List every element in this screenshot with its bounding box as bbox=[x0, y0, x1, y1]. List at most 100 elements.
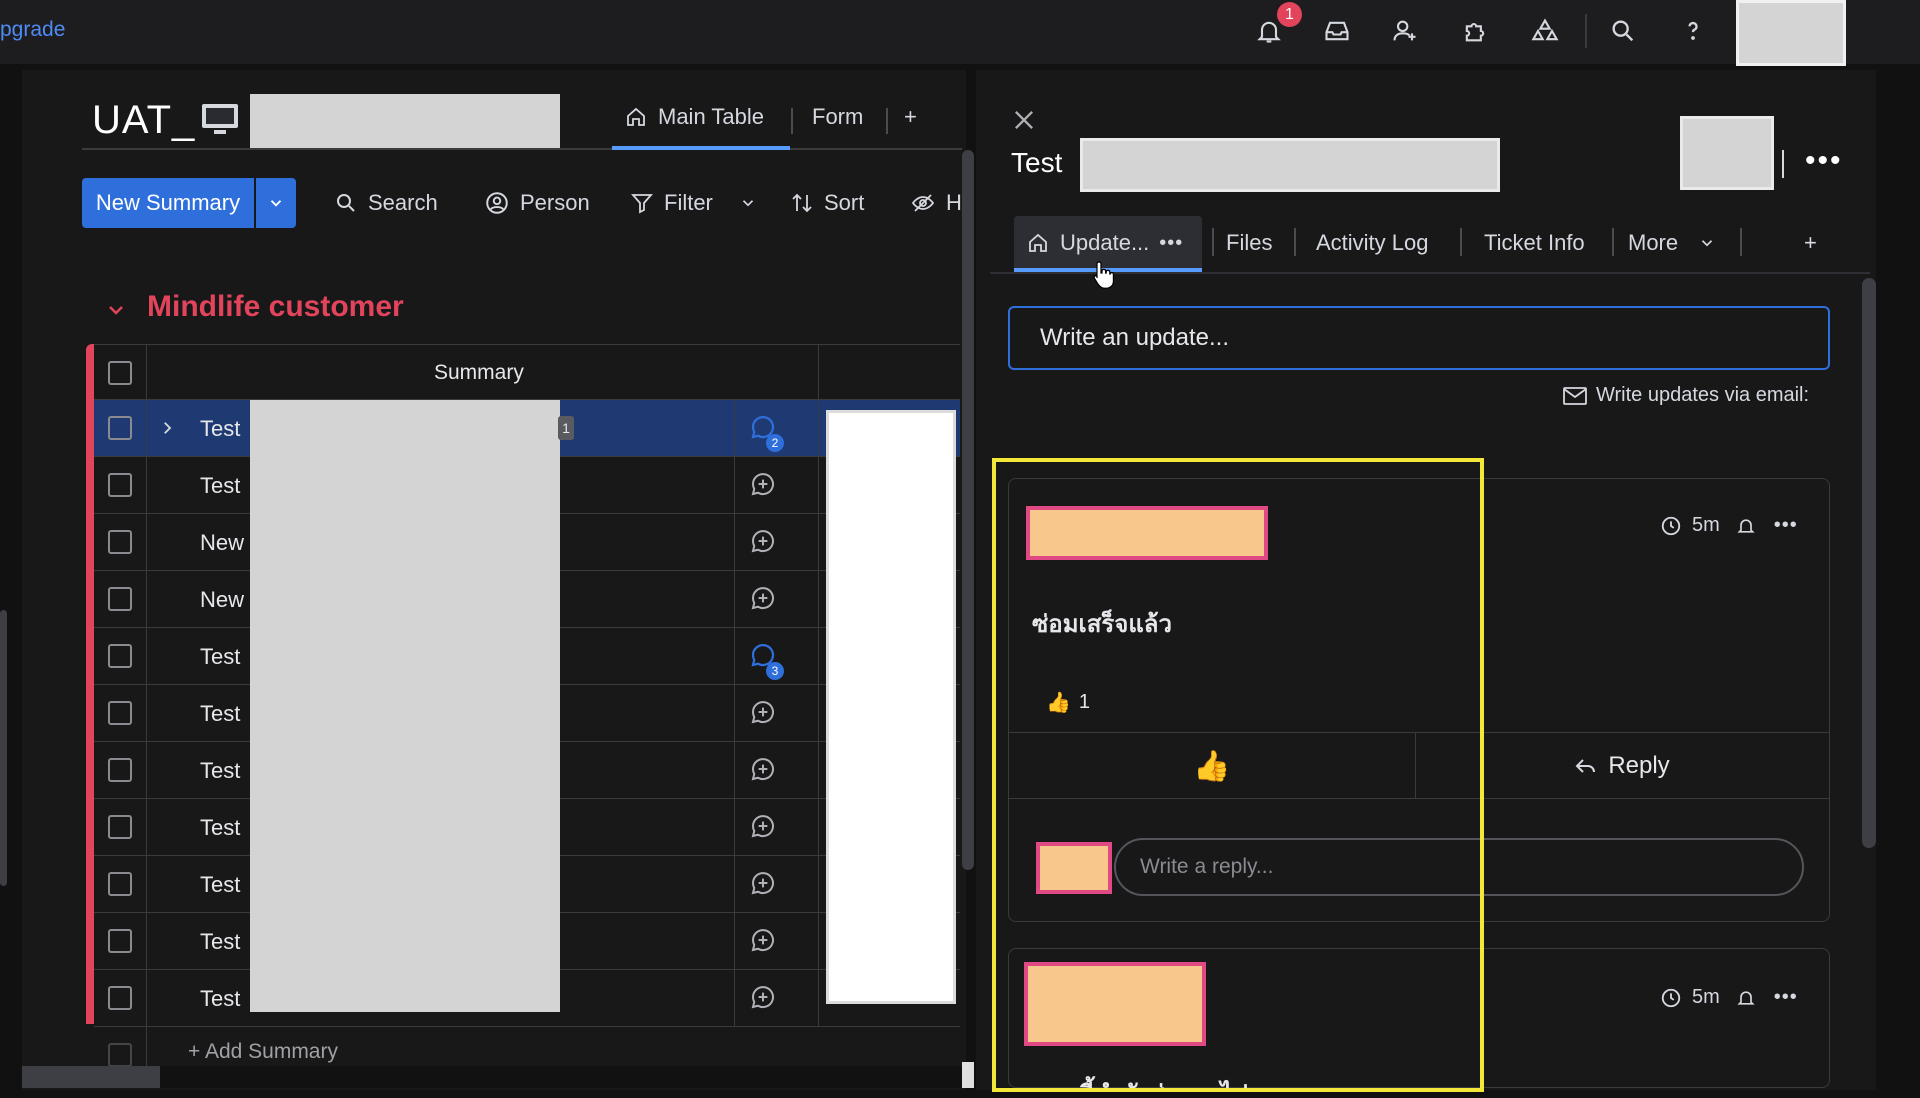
bell-icon[interactable] bbox=[1736, 516, 1756, 536]
search-icon[interactable] bbox=[1606, 14, 1640, 48]
horizontal-scrollbar[interactable] bbox=[22, 1066, 160, 1088]
filter-button[interactable]: Filter bbox=[630, 186, 757, 220]
row-checkbox[interactable] bbox=[108, 644, 132, 668]
tab-activity-log[interactable]: Activity Log bbox=[1316, 230, 1429, 256]
item-name[interactable]: New bbox=[200, 530, 244, 556]
row-checkbox[interactable] bbox=[108, 416, 132, 440]
sort-icon bbox=[790, 191, 814, 215]
column-header-summary[interactable]: Summary bbox=[434, 361, 524, 385]
invite-user-icon[interactable] bbox=[1388, 14, 1422, 48]
monitor-icon bbox=[200, 102, 240, 138]
row-checkbox[interactable] bbox=[108, 530, 132, 554]
home-icon bbox=[624, 105, 648, 129]
user-avatar-redacted[interactable] bbox=[1736, 0, 1846, 66]
tab-updates-label: Update... bbox=[1060, 230, 1150, 255]
chevron-down-icon[interactable] bbox=[739, 194, 757, 212]
tab-more[interactable]: More bbox=[1628, 230, 1716, 256]
item-name[interactable]: Test bbox=[200, 758, 240, 784]
add-tab-button[interactable]: + bbox=[1804, 230, 1817, 256]
chevron-down-icon bbox=[267, 194, 285, 212]
panel-more-menu[interactable]: ••• bbox=[1805, 144, 1843, 178]
write-via-email-label: Write updates via email: bbox=[1596, 384, 1810, 406]
update-options-icon[interactable]: ••• bbox=[1774, 514, 1798, 537]
row-checkbox[interactable] bbox=[108, 473, 132, 497]
board-title-redacted bbox=[250, 94, 560, 150]
item-name[interactable]: Test bbox=[200, 416, 240, 442]
item-name[interactable]: Test bbox=[200, 815, 240, 841]
item-title[interactable]: Test bbox=[1011, 147, 1062, 179]
bell-icon[interactable] bbox=[1736, 988, 1756, 1008]
search-button[interactable]: Search bbox=[334, 186, 438, 220]
update-time: 5m bbox=[1692, 514, 1720, 536]
add-update-icon[interactable] bbox=[748, 754, 778, 784]
person-filter-button[interactable]: Person bbox=[484, 186, 590, 220]
add-update-icon[interactable] bbox=[748, 925, 778, 955]
row-checkbox[interactable] bbox=[108, 929, 132, 953]
tab-files[interactable]: Files bbox=[1226, 230, 1272, 256]
write-update-input[interactable]: Write an update... bbox=[1008, 306, 1830, 370]
sort-label: Sort bbox=[824, 190, 865, 215]
update-options-icon[interactable]: ••• bbox=[1774, 986, 1798, 1009]
group-title[interactable]: Mindlife customer bbox=[147, 290, 404, 324]
row-checkbox[interactable] bbox=[108, 587, 132, 611]
write-via-email-link[interactable]: Write updates via email: bbox=[1562, 384, 1809, 407]
new-summary-dropdown[interactable] bbox=[256, 178, 296, 228]
sort-button[interactable]: Sort bbox=[790, 186, 864, 220]
panel-header-separator bbox=[1782, 150, 1784, 178]
item-subscribers-redacted[interactable] bbox=[1680, 116, 1774, 190]
add-view-button[interactable]: + bbox=[904, 104, 917, 130]
tab-more-label: More bbox=[1628, 230, 1679, 255]
search-icon bbox=[334, 191, 358, 215]
add-update-icon[interactable] bbox=[748, 811, 778, 841]
add-update-icon[interactable] bbox=[748, 469, 778, 499]
add-update-icon[interactable] bbox=[748, 697, 778, 727]
item-name[interactable]: Test bbox=[200, 701, 240, 727]
clock-icon bbox=[1660, 515, 1682, 537]
board-vertical-scrollbar[interactable] bbox=[962, 150, 974, 870]
tab-form[interactable]: Form bbox=[812, 104, 863, 130]
row-checkbox[interactable] bbox=[108, 701, 132, 725]
close-icon[interactable] bbox=[1010, 106, 1038, 134]
home-icon bbox=[1026, 231, 1050, 255]
left-scrollbar[interactable] bbox=[0, 610, 7, 886]
upgrade-link[interactable]: pgrade bbox=[0, 18, 65, 42]
row-checkbox[interactable] bbox=[108, 758, 132, 782]
topbar-separator bbox=[1585, 14, 1587, 48]
panel-vertical-scrollbar[interactable] bbox=[1862, 278, 1876, 848]
collapse-group-icon[interactable] bbox=[104, 298, 128, 322]
row-checkbox[interactable] bbox=[108, 986, 132, 1010]
subitems-count-badge[interactable]: 1 bbox=[558, 416, 574, 440]
tab-separator bbox=[886, 108, 888, 134]
tab-updates[interactable]: Update... ••• bbox=[1026, 230, 1183, 256]
eye-off-icon bbox=[910, 191, 936, 215]
chevron-down-icon bbox=[1698, 234, 1716, 252]
search-label: Search bbox=[368, 190, 438, 215]
hide-columns-button[interactable]: H bbox=[910, 186, 962, 220]
integrations-icon[interactable] bbox=[1528, 14, 1562, 48]
group-color-bar bbox=[86, 344, 94, 1024]
add-update-icon[interactable] bbox=[748, 583, 778, 613]
reply-label: Reply bbox=[1608, 752, 1670, 779]
item-name[interactable]: Test bbox=[200, 644, 240, 670]
apps-icon[interactable] bbox=[1458, 14, 1492, 48]
add-update-icon[interactable] bbox=[748, 526, 778, 556]
help-icon[interactable] bbox=[1676, 14, 1710, 48]
new-summary-button[interactable]: New Summary bbox=[82, 178, 254, 228]
row-checkbox[interactable] bbox=[108, 815, 132, 839]
item-name[interactable]: Test bbox=[200, 872, 240, 898]
highlight-box bbox=[992, 458, 1484, 1092]
item-name[interactable]: New bbox=[200, 587, 244, 613]
item-name[interactable]: Test bbox=[200, 473, 240, 499]
add-summary-button[interactable]: + Add Summary bbox=[188, 1040, 338, 1064]
select-all-checkbox[interactable] bbox=[108, 361, 132, 385]
expand-subitems-icon[interactable] bbox=[158, 418, 176, 438]
item-name[interactable]: Test bbox=[200, 929, 240, 955]
tab-options-icon[interactable]: ••• bbox=[1159, 232, 1183, 255]
tab-main-table[interactable]: Main Table bbox=[624, 104, 764, 130]
add-update-icon[interactable] bbox=[748, 982, 778, 1012]
tab-ticket-info[interactable]: Ticket Info bbox=[1484, 230, 1585, 256]
inbox-icon[interactable] bbox=[1320, 14, 1354, 48]
row-checkbox[interactable] bbox=[108, 872, 132, 896]
add-update-icon[interactable] bbox=[748, 868, 778, 898]
item-name[interactable]: Test bbox=[200, 986, 240, 1012]
